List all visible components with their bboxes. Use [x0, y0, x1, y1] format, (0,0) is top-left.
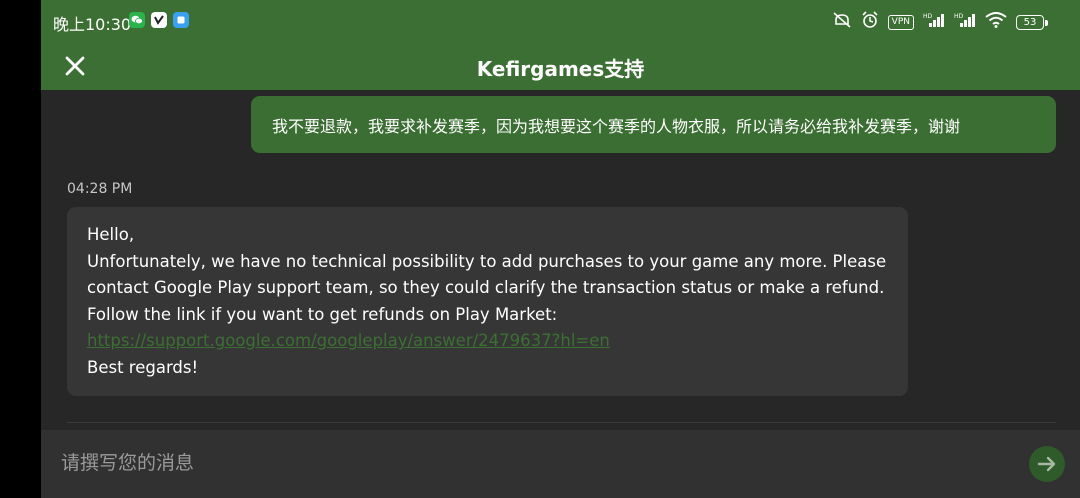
- svg-text:HD: HD: [923, 13, 933, 20]
- status-bar: 晚上10:30 VPN HD HD 53: [41, 0, 1080, 42]
- message-line: Hello,: [87, 225, 135, 244]
- status-time: 晚上10:30: [53, 15, 132, 34]
- wifi-icon: [985, 12, 1007, 32]
- page-title: Kefirgames支持: [476, 57, 645, 81]
- message-input[interactable]: [59, 446, 963, 480]
- title-bar: Kefirgames支持: [41, 42, 1080, 90]
- signal-hd-icon: HD: [923, 12, 945, 32]
- wechat-icon: [129, 12, 145, 28]
- refund-link[interactable]: https://support.google.com/googleplay/an…: [87, 331, 610, 350]
- battery-indicator: 53: [1016, 14, 1048, 30]
- support-message-bubble: Hello, Unfortunately, we have no technic…: [67, 207, 908, 396]
- signal-hd-icon: HD: [954, 12, 976, 32]
- divider: [67, 422, 1056, 423]
- message-line: Follow the link if you want to get refun…: [87, 304, 558, 324]
- svg-text:HD: HD: [954, 13, 964, 20]
- notification-icons: [129, 12, 189, 28]
- send-button[interactable]: [1029, 446, 1065, 482]
- message-line: contact Google Play support team, so the…: [87, 278, 885, 298]
- message-line: Unfortunately, we have no technical poss…: [87, 251, 887, 271]
- status-indicators: VPN HD HD 53: [832, 11, 1048, 33]
- user-message-bubble: 我不要退款，我要求补发赛季，因为我想要这个赛季的人物衣服，所以请务必给我补发赛季…: [251, 96, 1056, 153]
- v-app-icon: [151, 12, 167, 28]
- blue-app-icon: [173, 12, 189, 28]
- message-line: Best regards!: [87, 357, 199, 377]
- screen: 晚上10:30 VPN HD HD 53 Kefirgames支持 我不要退款，…: [0, 0, 1080, 498]
- chat-app: 晚上10:30 VPN HD HD 53 Kefirgames支持 我不要退款，…: [41, 0, 1080, 498]
- message-timestamp: 04:28 PM: [67, 181, 133, 197]
- vpn-badge: VPN: [887, 14, 914, 30]
- alarm-icon: [861, 11, 879, 33]
- left-black-strip: [0, 0, 41, 498]
- message-composer: [41, 430, 1080, 498]
- send-arrow-icon: [1037, 456, 1056, 472]
- alarm-off-icon: [832, 11, 852, 33]
